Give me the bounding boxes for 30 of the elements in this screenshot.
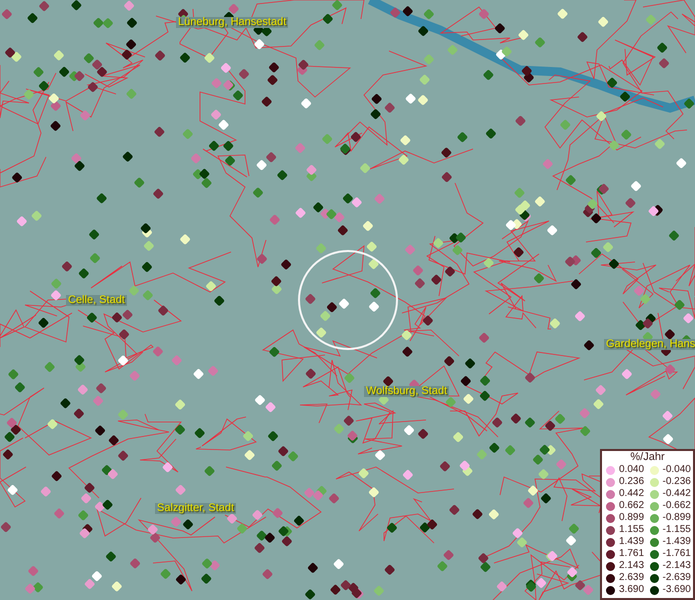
city-label: Celle, Stadt [66, 295, 127, 306]
city-label: Salzgitter, Stadt [155, 503, 236, 514]
legend-label: 1.761 [619, 549, 644, 559]
legend-label: -0.040 [662, 465, 691, 475]
legend-label: 2.639 [619, 573, 644, 583]
legend-label: -1.155 [662, 525, 691, 535]
legend-label: 1.439 [619, 537, 644, 547]
legend-label: -1.761 [662, 549, 691, 559]
selection-circle[interactable] [298, 250, 398, 350]
legend-label: -2.143 [662, 561, 691, 571]
legend-label: 0.236 [619, 477, 644, 487]
legend-label: 3.690 [619, 585, 644, 595]
legend-label: 0.662 [619, 501, 644, 511]
legend-label: -0.899 [662, 513, 691, 523]
legend-label: 2.143 [619, 561, 644, 571]
map-drawing[interactable] [0, 0, 695, 600]
legend-label: 0.040 [619, 465, 644, 475]
city-label: Wolfsburg, Stadt [364, 386, 450, 397]
legend-label: 0.442 [619, 489, 644, 499]
legend-label: -1.439 [662, 537, 691, 547]
legend-label: 0.899 [619, 513, 644, 523]
legend-label: -2.639 [662, 573, 691, 583]
legend-label: 1.155 [619, 525, 644, 535]
legend-label: -0.662 [662, 501, 691, 511]
legend-title: %/Jahr [629, 451, 666, 464]
legend-label: -3.690 [662, 585, 691, 595]
legend-label: -0.442 [662, 489, 691, 499]
legend-label: -0.236 [662, 477, 691, 487]
city-label: Lüneburg, Hansestadt [176, 17, 288, 28]
city-label: Gardelegen, Hans [604, 339, 695, 350]
